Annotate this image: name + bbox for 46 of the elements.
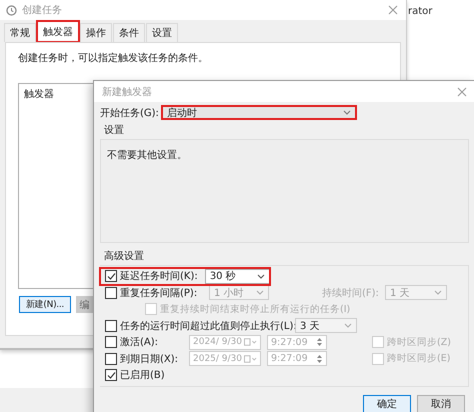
chevron-down-icon <box>434 290 442 296</box>
field-label: 持续时间(F): <box>322 286 379 300</box>
checkbox-label: 重复持续时间结束时停止所有运行的任务(I) <box>160 302 350 316</box>
close-icon[interactable] <box>457 86 467 96</box>
dialog-button[interactable]: 编 <box>76 296 93 313</box>
spinner-icon[interactable] <box>316 354 323 364</box>
chevron-down-icon <box>342 110 351 115</box>
dialog-title: 新建触发器 <box>102 86 152 98</box>
tab[interactable]: 常规 <box>4 23 36 42</box>
start-dropdown[interactable]: 启动时 <box>160 105 357 120</box>
checkbox[interactable] <box>105 336 117 348</box>
dialog-button[interactable]: 新建(N)... <box>19 296 71 313</box>
checkbox-label: 到期日期(X): <box>120 352 180 366</box>
checkbox[interactable] <box>105 320 117 332</box>
chevron-down-icon <box>344 323 352 328</box>
checkbox[interactable] <box>105 352 117 365</box>
tab[interactable]: 触发器 <box>37 21 79 42</box>
checkbox[interactable] <box>105 286 117 299</box>
checkbox-label: 激活(A): <box>120 336 160 350</box>
checkbox-label: 跨时区同步(E) <box>387 352 450 366</box>
spinner-icon[interactable] <box>316 337 323 348</box>
clock-icon <box>6 4 17 16</box>
checkbox-label: 跨时区同步(Z) <box>387 336 451 349</box>
dialog-button[interactable]: 取消 <box>417 394 465 412</box>
group-label: 设置 <box>104 124 125 137</box>
checkbox-label: 延迟任务时间(K): <box>120 270 199 284</box>
chevron-down-icon <box>256 290 264 296</box>
checkbox[interactable] <box>105 270 117 282</box>
tab[interactable]: 条件 <box>113 23 145 42</box>
checkbox-label: 重复任务间隔(P): <box>120 286 198 300</box>
checkbox[interactable] <box>105 369 117 382</box>
group-label: 高级设置 <box>104 250 145 263</box>
settings-text: 不需要其他设置。 <box>107 150 187 161</box>
window-title: 创建任务 <box>22 4 62 17</box>
chevron-down-icon <box>257 274 265 279</box>
field-label: 开始任务(G): <box>100 106 159 120</box>
window-title: rator <box>408 6 432 17</box>
close-icon[interactable] <box>388 5 398 15</box>
tab[interactable]: 操作 <box>80 23 112 42</box>
tab[interactable]: 设置 <box>146 23 178 42</box>
checkbox-label: 已启用(B) <box>120 368 165 382</box>
dialog-button[interactable]: 确定 <box>363 394 411 412</box>
stop-after-dropdown[interactable]: 3 天 <box>295 318 357 334</box>
description-text: 创建任务时，可以指定触发该任务的条件。 <box>18 52 209 65</box>
delay-dropdown[interactable]: 30 秒 <box>204 268 270 284</box>
column-header: 触发器 <box>24 89 54 100</box>
